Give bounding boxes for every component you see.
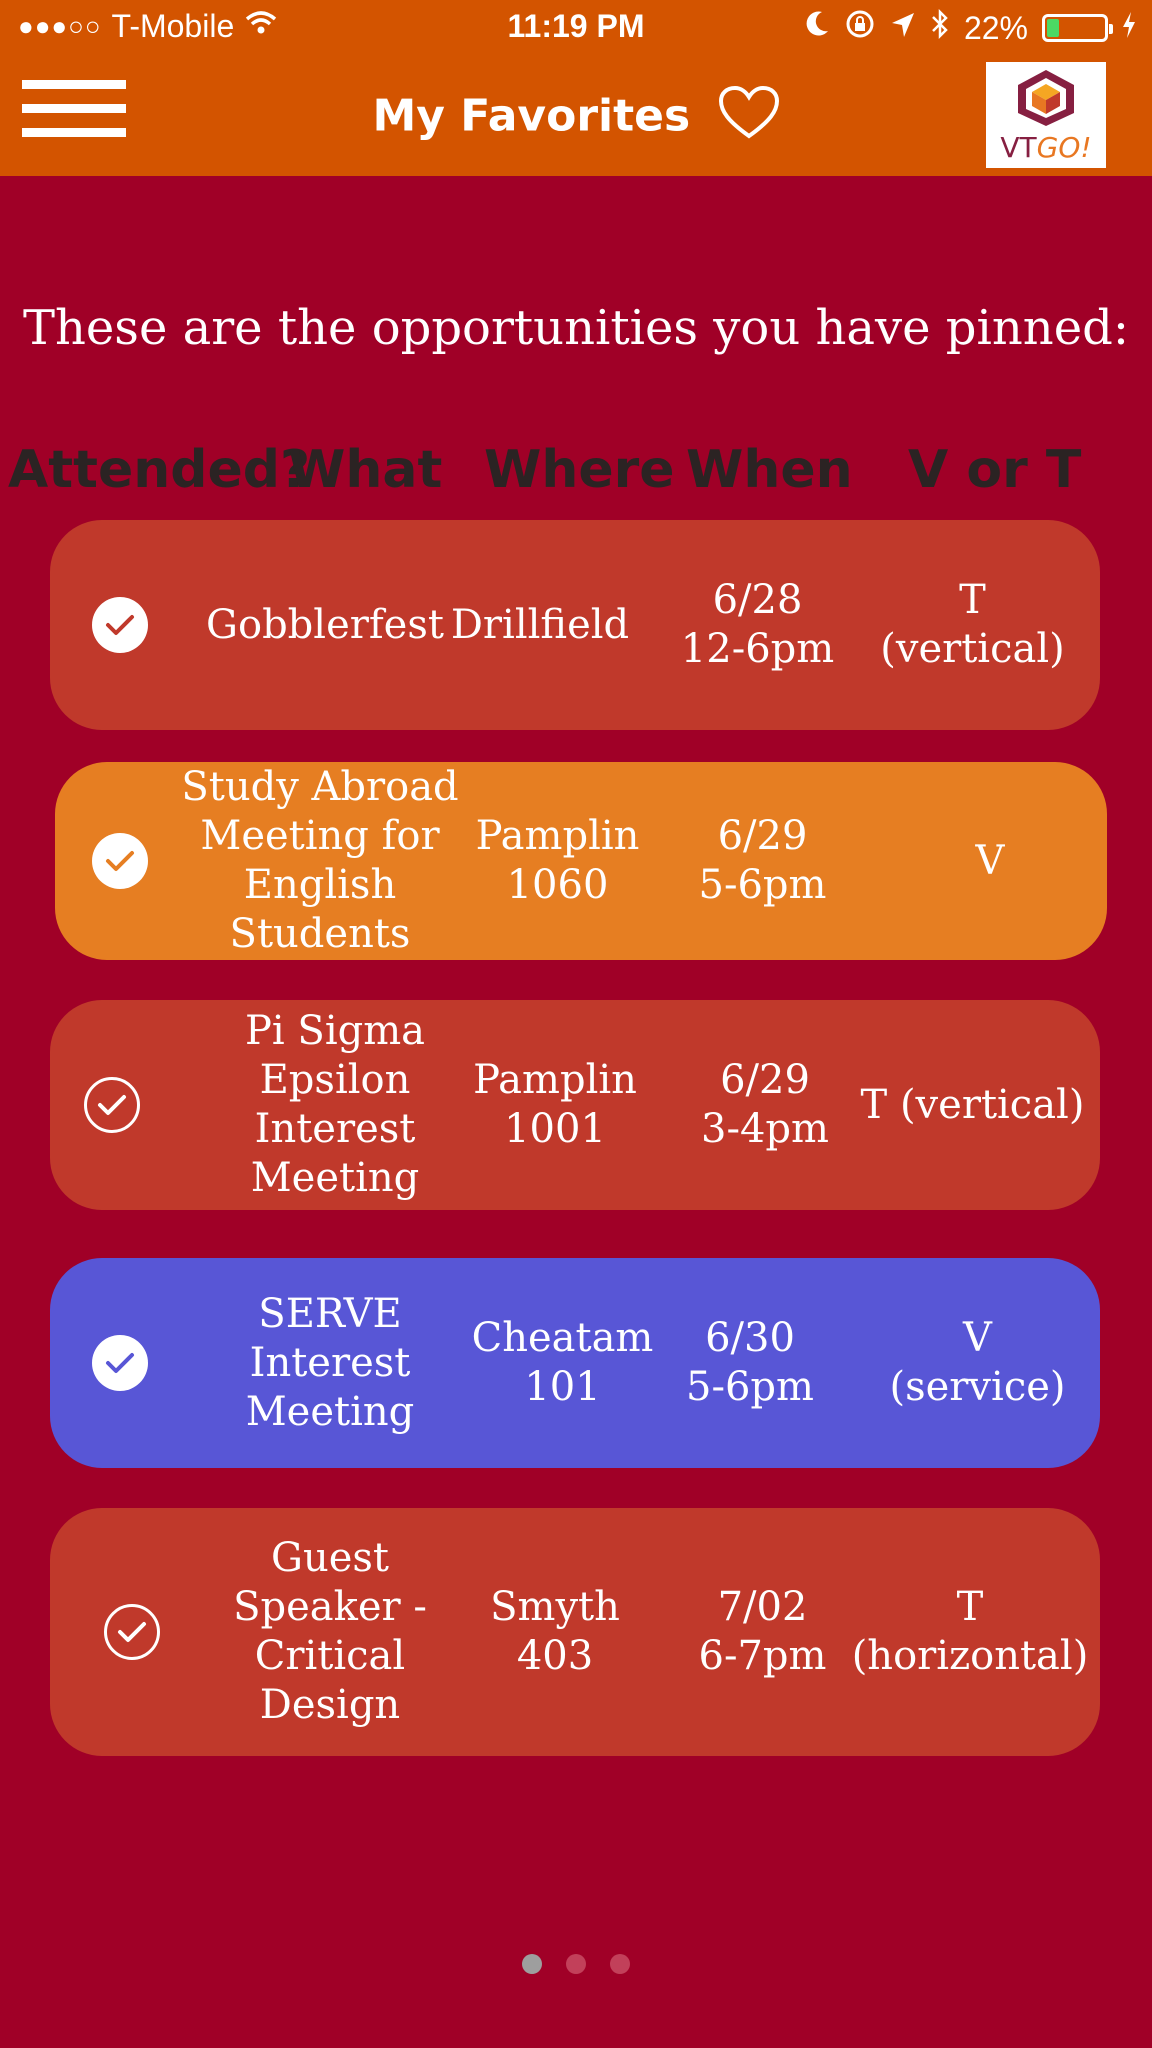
battery-percent: 22% [963,9,1028,46]
page-title: My Favorites [0,85,1152,151]
battery-fill [1047,19,1059,37]
event-location: Smyth 403 [490,1584,620,1679]
favorite-card[interactable]: Study Abroad Meeting for English Student… [55,762,1107,960]
heart-icon [718,85,780,151]
column-header-where: Where [484,440,675,500]
event-name: Guest Speaker - Critical Design [233,1535,427,1728]
page-indicator [0,1954,1152,1974]
intro-text: These are the opportunities you have pin… [22,300,1130,356]
favorite-card[interactable]: Guest Speaker - Critical Design Smyth 403… [50,1508,1100,1756]
event-when: 6/30 5-6pm [686,1315,814,1410]
charging-bolt-icon [1122,10,1136,47]
page-dot[interactable] [566,1954,586,1974]
event-location: Drillfield [450,601,630,648]
moon-icon [804,9,830,47]
event-name: Study Abroad Meeting for English Student… [181,764,459,957]
event-type: T (vertical) [880,577,1065,672]
location-arrow-icon [890,10,916,47]
event-location: Pamplin 1001 [473,1057,637,1152]
checkmark-icon[interactable] [104,1604,160,1660]
favorite-card[interactable]: Gobblerfest Drillfield 6/28 12-6pm T (verti… [50,520,1100,730]
event-type: T (vertical) [860,1081,1085,1128]
logo-text-vt: VT [1000,131,1037,164]
event-when: 7/02 6-7pm [698,1584,827,1679]
attended-checkbox-cell [90,762,150,960]
event-when: 6/28 12-6pm [680,577,835,672]
column-header-what: What [288,440,443,500]
event-when: 6/29 3-4pm [701,1057,829,1152]
checkmark-icon[interactable] [84,1077,140,1133]
column-header-v-or-t: V or T [908,440,1082,500]
event-name: Pi Sigma Epsilon Interest Meeting [245,1008,425,1201]
attended-checkbox-cell [102,1508,162,1756]
page-title-text: My Favorites [372,90,691,142]
column-header-attended: Attended? [8,440,311,500]
column-header-when: When [686,440,853,500]
checkmark-icon[interactable] [92,833,148,889]
battery-icon [1042,14,1113,42]
status-right: 22% [804,8,1136,48]
event-location: Cheatam 101 [471,1315,654,1410]
favorite-card[interactable]: Pi Sigma Epsilon Interest Meeting Pamplin… [50,1000,1100,1210]
event-type: V [975,837,1005,884]
event-type: T (horizontal) [851,1584,1089,1679]
vtgo-logo: VTGO! [986,62,1106,168]
logo-text-go: GO! [1036,131,1092,164]
favorite-card[interactable]: SERVE Interest Meeting Cheatam 101 6/30 5-… [50,1258,1100,1468]
page-dot[interactable] [610,1954,630,1974]
bluetooth-icon [930,8,950,48]
event-name: SERVE Interest Meeting [245,1290,415,1435]
attended-checkbox-cell [90,1258,150,1468]
logo-text: VTGO! [986,131,1106,164]
navigation-bar: My Favorites VTGO! [0,56,1152,176]
checkmark-icon[interactable] [92,1335,148,1391]
page-dot[interactable] [522,1954,542,1974]
attended-checkbox-cell [82,1000,142,1210]
event-type: V (service) [889,1315,1066,1410]
event-name: Gobblerfest [206,601,444,648]
event-location: Pamplin 1060 [475,813,640,908]
attended-checkbox-cell [90,520,150,730]
rotation-lock-icon [844,8,876,48]
event-when: 6/29 5-6pm [698,813,827,908]
status-bar: ●●●○○ T-Mobile 11:19 PM 22% [0,0,1152,56]
checkmark-icon[interactable] [92,597,148,653]
